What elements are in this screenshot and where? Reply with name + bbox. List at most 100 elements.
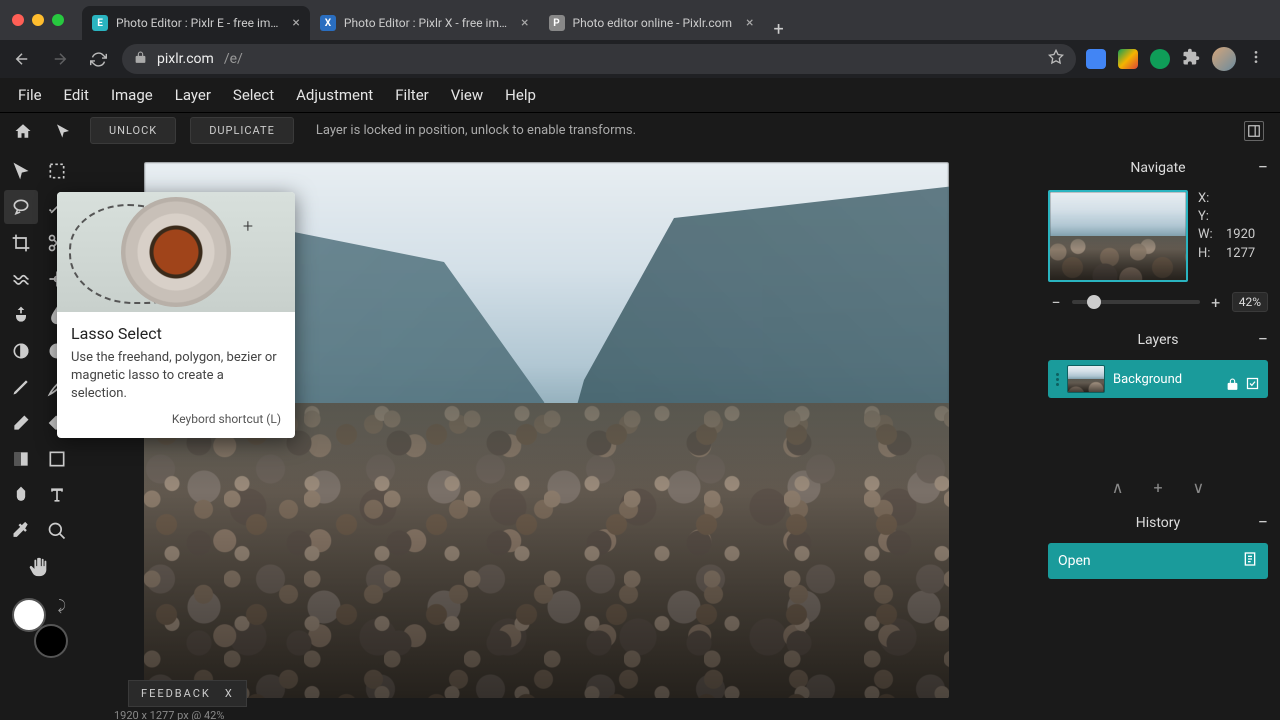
duplicate-button[interactable]: DUPLICATE — [190, 117, 294, 144]
drive-extension-icon[interactable] — [1118, 49, 1138, 69]
x-label: X: — [1198, 190, 1220, 208]
panel-title: Navigate — [1130, 160, 1185, 176]
layer-up-icon[interactable]: ∧ — [1112, 478, 1124, 497]
zoom-out-button[interactable]: − — [1048, 293, 1064, 312]
unlock-button[interactable]: UNLOCK — [90, 117, 176, 144]
marquee-select-tool[interactable] — [40, 154, 74, 188]
eraser-tool[interactable] — [4, 406, 38, 440]
layer-name[interactable]: Background — [1113, 372, 1218, 387]
minimize-window[interactable] — [32, 14, 44, 26]
color-swatches: ⤸ — [12, 598, 72, 658]
crosshair-icon: + — [243, 216, 253, 237]
zoom-tool[interactable] — [40, 514, 74, 548]
bookmark-icon[interactable] — [1048, 49, 1064, 69]
zoom-slider[interactable] — [1072, 300, 1200, 304]
extension-icon[interactable] — [1150, 49, 1170, 69]
forward-button[interactable] — [46, 45, 74, 73]
maximize-window[interactable] — [52, 14, 64, 26]
foreground-color[interactable] — [12, 598, 46, 632]
height-value: 1277 — [1226, 245, 1255, 263]
close-tab-icon[interactable]: × — [746, 15, 753, 31]
extensions-icon[interactable] — [1182, 48, 1200, 70]
replace-color-tool[interactable] — [4, 478, 38, 512]
zoom-in-button[interactable]: + — [1208, 293, 1224, 312]
history-file-icon — [1242, 551, 1258, 571]
menu-adjustment[interactable]: Adjustment — [296, 86, 373, 104]
url-input[interactable]: pixlr.com/e/ — [122, 44, 1076, 74]
url-domain: pixlr.com — [157, 51, 214, 67]
new-tab-button[interactable]: + — [763, 19, 793, 40]
arrange-tool[interactable] — [4, 154, 38, 188]
back-button[interactable] — [8, 45, 36, 73]
collapse-icon[interactable]: − — [1258, 163, 1268, 173]
layer-drag-handle[interactable] — [1056, 373, 1059, 386]
clone-tool[interactable] — [4, 298, 38, 332]
menu-layer[interactable]: Layer — [175, 86, 211, 104]
eyedropper-tool[interactable] — [4, 514, 38, 548]
menu-select[interactable]: Select — [233, 86, 274, 104]
menu-file[interactable]: File — [18, 86, 42, 104]
shape-tool[interactable] — [40, 442, 74, 476]
layer-thumbnail[interactable] — [1067, 365, 1105, 393]
zoom-value[interactable]: 42% — [1232, 292, 1268, 312]
liquify-tool[interactable] — [4, 262, 38, 296]
workspace: ⤸ + Lasso Select Use the freehand, polyg… — [0, 148, 1280, 720]
url-path: /e/ — [224, 51, 243, 67]
browser-tab-1[interactable]: E Photo Editor : Pixlr E - free im… × — [82, 6, 310, 40]
crop-tool[interactable] — [4, 226, 38, 260]
close-tab-icon[interactable]: × — [292, 15, 299, 31]
collapse-icon[interactable]: − — [1258, 518, 1268, 528]
favicon-icon: X — [320, 15, 336, 31]
width-value: 1920 — [1226, 226, 1255, 244]
panel-title: History — [1136, 515, 1181, 531]
pen-tool[interactable] — [4, 370, 38, 404]
tab-title: Photo Editor : Pixlr X - free im… — [344, 16, 507, 30]
add-layer-icon[interactable]: + — [1153, 478, 1162, 497]
browser-tab-3[interactable]: P Photo editor online - Pixlr.com × — [539, 6, 764, 40]
translate-extension-icon[interactable] — [1086, 49, 1106, 69]
feedback-close-icon[interactable]: X — [225, 687, 234, 700]
layer-down-icon[interactable]: ∨ — [1193, 478, 1205, 497]
background-color[interactable] — [34, 624, 68, 658]
close-tab-icon[interactable]: × — [521, 15, 528, 31]
reload-button[interactable] — [84, 45, 112, 73]
y-label: Y: — [1198, 208, 1220, 226]
tooltip-title: Lasso Select — [71, 324, 281, 343]
toggle-panels-icon[interactable] — [1244, 121, 1264, 141]
profile-avatar[interactable] — [1212, 47, 1236, 71]
lock-icon — [134, 51, 147, 68]
browser-tab-bar: E Photo Editor : Pixlr E - free im… × X … — [0, 0, 1280, 40]
layer-row[interactable]: Background — [1048, 360, 1268, 398]
tab-title: Photo Editor : Pixlr E - free im… — [116, 16, 278, 30]
lasso-select-tool[interactable] — [4, 190, 38, 224]
menu-help[interactable]: Help — [505, 86, 536, 104]
feedback-label[interactable]: FEEDBACK — [141, 687, 211, 700]
menu-edit[interactable]: Edit — [64, 86, 89, 104]
visibility-icon[interactable] — [1245, 376, 1260, 395]
feedback-banner: FEEDBACK X — [128, 680, 247, 707]
browser-tab-2[interactable]: X Photo Editor : Pixlr X - free im… × — [310, 6, 539, 40]
close-window[interactable] — [12, 14, 24, 26]
text-tool[interactable] — [40, 478, 74, 512]
collapse-icon[interactable]: − — [1258, 335, 1268, 345]
history-item[interactable]: Open — [1048, 543, 1268, 579]
gradient-tool[interactable] — [4, 442, 38, 476]
browser-menu-icon[interactable] — [1248, 49, 1264, 69]
dodge-tool[interactable] — [4, 334, 38, 368]
navigator-thumbnail[interactable] — [1048, 190, 1188, 282]
favicon-icon: E — [92, 15, 108, 31]
arrange-tool-icon[interactable] — [50, 118, 76, 144]
tooltip-preview: + — [57, 192, 295, 312]
history-item-label: Open — [1058, 553, 1091, 569]
lock-icon[interactable] — [1226, 376, 1239, 395]
browser-address-bar: pixlr.com/e/ — [0, 40, 1280, 78]
navigate-panel: Navigate − X: Y: W:1920 H:1277 − + 42% — [1042, 154, 1274, 320]
menu-filter[interactable]: Filter — [395, 86, 429, 104]
menu-view[interactable]: View — [451, 86, 483, 104]
favicon-icon: P — [549, 15, 565, 31]
swap-colors-icon[interactable]: ⤸ — [58, 598, 66, 614]
home-icon[interactable] — [10, 118, 36, 144]
hand-tool[interactable] — [22, 550, 56, 584]
layers-panel: Layers − Background ∧ + ∨ — [1042, 326, 1274, 503]
menu-image[interactable]: Image — [111, 86, 153, 104]
